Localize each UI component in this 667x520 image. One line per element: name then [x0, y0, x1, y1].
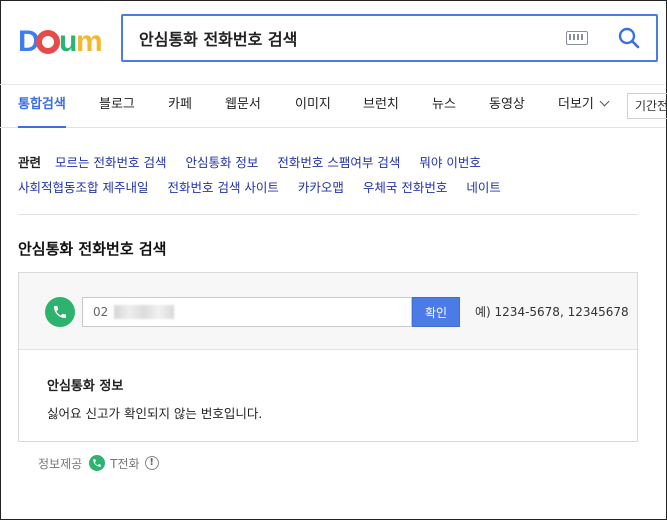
related-searches: 관련 모르는 전화번호 검색 안심통화 정보 전화번호 스팸여부 검색 뭐야 이… [18, 150, 638, 200]
section-divider [18, 214, 638, 215]
section-title: 안심통화 전화번호 검색 [18, 240, 167, 258]
related-link[interactable]: 네이트 [466, 180, 501, 195]
related-link[interactable]: 안심통화 정보 [185, 155, 258, 170]
search-button[interactable] [612, 21, 646, 55]
confirm-button[interactable]: 확인 [412, 297, 460, 327]
svg-text:m: m [76, 25, 102, 56]
tab-integrated-search[interactable]: 통합검색 [18, 85, 66, 128]
tab-more[interactable]: 더보기 [558, 85, 610, 128]
keyboard-icon[interactable] [566, 31, 588, 45]
related-link[interactable]: 뭐야 이번호 [419, 155, 480, 170]
tab-blog[interactable]: 블로그 [99, 85, 135, 128]
period-filter-button[interactable]: 기간전체 [627, 93, 667, 119]
redacted-number [114, 305, 174, 319]
tab-cafe[interactable]: 카페 [168, 85, 192, 128]
phone-icon [45, 297, 75, 327]
svg-text:u: u [59, 25, 77, 56]
daum-logo[interactable]: D u m [18, 20, 102, 56]
tab-brunch[interactable]: 브런치 [363, 85, 399, 128]
info-provider: 정보제공 T전화 ! [38, 454, 159, 472]
related-link[interactable]: 우체국 전화번호 [363, 180, 447, 195]
info-icon[interactable]: ! [144, 456, 159, 470]
t-phone-icon [89, 455, 106, 471]
related-link[interactable]: 전화번호 검색 사이트 [167, 180, 278, 195]
related-link[interactable]: 카카오맵 [298, 180, 344, 195]
provider-label: 정보제공 [38, 456, 83, 471]
info-text: 싫어요 신고가 확인되지 않는 번호입니다. [47, 406, 263, 421]
tab-news[interactable]: 뉴스 [432, 85, 456, 128]
example-text: 예) 1234-5678, 12345678 [475, 305, 629, 319]
tab-more-label: 더보기 [558, 97, 594, 112]
info-title: 안심통화 정보 [47, 379, 124, 394]
related-link[interactable]: 모르는 전화번호 검색 [55, 155, 166, 170]
safe-call-card: 확인 예) 1234-5678, 12345678 안심통화 정보 싫어요 신고… [18, 272, 638, 442]
tab-web-docs[interactable]: 웹문서 [225, 85, 261, 128]
search-input[interactable] [123, 16, 566, 60]
chevron-down-icon [599, 96, 610, 107]
tab-images[interactable]: 이미지 [295, 85, 331, 128]
related-label: 관련 [18, 155, 42, 170]
search-tabs: 통합검색 블로그 카페 웹문서 이미지 브런치 뉴스 동영상 더보기 기간전체 [0, 84, 667, 128]
tab-videos[interactable]: 동영상 [489, 85, 525, 128]
related-link[interactable]: 전화번호 스팸여부 검색 [277, 155, 400, 170]
search-box [121, 14, 658, 62]
window-frame [0, 0, 667, 520]
provider-name: T전화 [110, 456, 140, 471]
phone-search-bar: 확인 예) 1234-5678, 12345678 [19, 273, 637, 350]
search-icon [618, 27, 640, 49]
related-link[interactable]: 사회적협동조합 제주내일 [18, 180, 148, 195]
